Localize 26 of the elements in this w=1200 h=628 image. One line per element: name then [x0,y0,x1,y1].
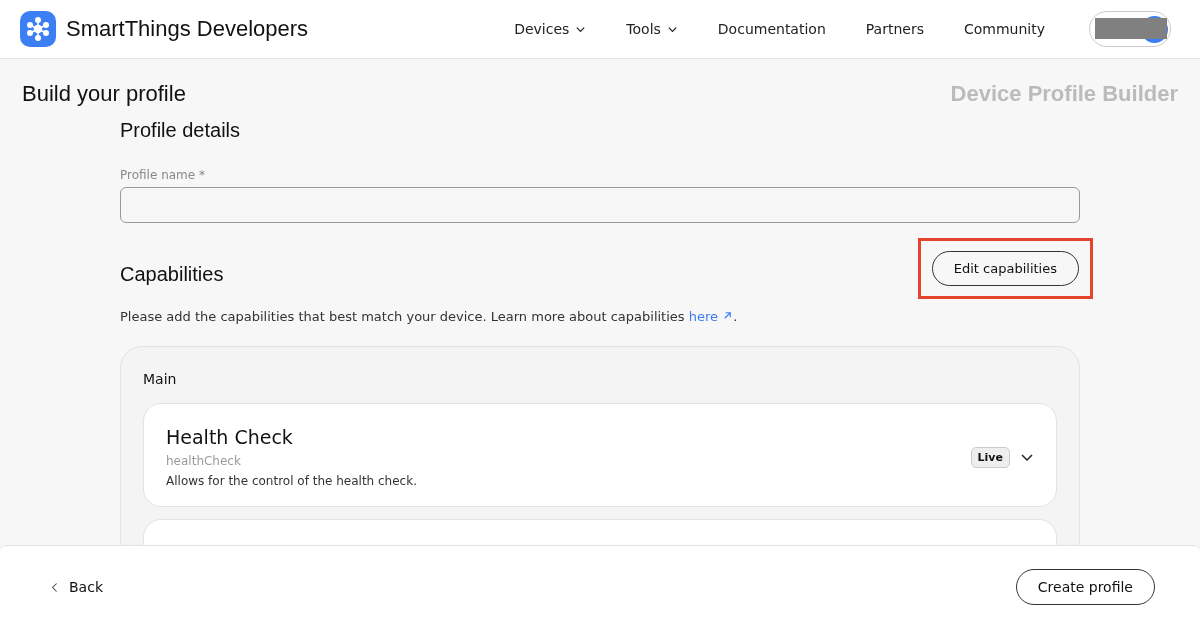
capability-id: healthCheck [166,454,242,468]
page-subtitle: Device Profile Builder [950,81,1178,107]
chevron-left-icon [51,581,59,593]
input-field[interactable] [120,187,1080,223]
external-link-icon [722,310,734,321]
section-heading: Capabilities [120,263,224,286]
nav-dropdown[interactable]: Tools [606,21,698,37]
nav-link[interactable]: Partners [845,21,944,37]
nav-dropdown[interactable]: Devices [494,21,607,37]
intro-text: Please add the capabilities that best match your device. Learn more about capabilities here . [120,309,739,324]
logo-icon[interactable] [20,11,56,47]
create-profile-button[interactable]: Create profile [1015,569,1155,605]
field-label: Profile name * [120,168,206,182]
page-title: Build your profile [22,81,186,107]
nav-link[interactable]: Community [943,21,1065,37]
edit-capabilities-button[interactable]: Edit capabilities [931,251,1079,286]
help-link[interactable]: here [688,309,734,324]
component-title: Main [143,371,178,387]
section-heading: Profile details [120,119,242,142]
brand-name[interactable]: SmartThings Developers [66,16,309,42]
nav-link[interactable]: Documentation [697,21,846,37]
capability-name: Health Check [166,426,294,448]
status-badge: Live [970,446,1010,468]
back-button[interactable]: Back [45,578,109,596]
capability-card[interactable]: Health Check healthCheck Allows for the control of the health check. Live [143,403,1057,507]
capability-description: Allows for the control of the health check. [166,474,418,488]
